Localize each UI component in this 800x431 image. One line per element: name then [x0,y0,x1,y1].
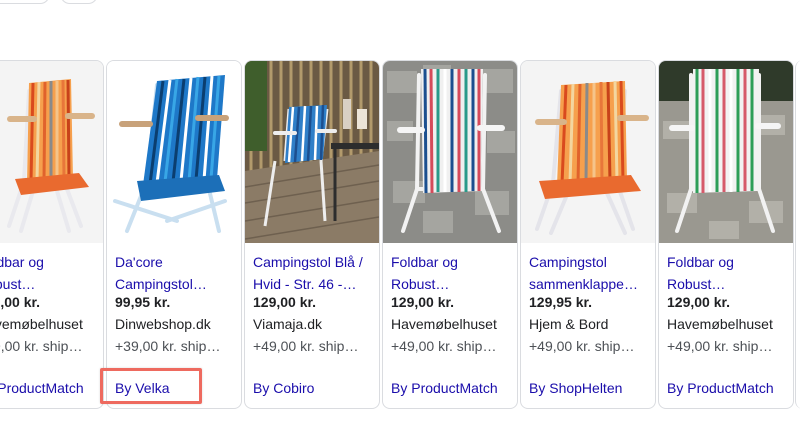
product-image[interactable] [659,61,793,243]
product-title-line[interactable]: sammenklappe… [529,273,651,295]
product-card[interactable]: Foldbar og Robust… 129,00 kr. Havemøbelh… [658,60,794,409]
product-card[interactable]: Campingstol sammenklappe… 129,95 kr. Hje… [520,60,656,409]
product-title-line[interactable]: Foldbar og [667,251,789,273]
product-source-link[interactable]: By ProductMatch [667,380,774,396]
product-source-link[interactable]: By ProductMatch [0,380,84,396]
product-shipping: +49,00 kr. ship… [667,338,773,354]
product-shipping: +49,00 kr. ship… [253,338,359,354]
product-price: 129,00 kr. [0,294,41,310]
product-title-line[interactable]: Campingstol [529,251,651,273]
product-title[interactable]: Campingstol sammenklappe… [529,251,651,295]
product-price: 129,00 kr. [667,294,731,310]
product-source-link[interactable]: By ProductMatch [391,380,498,396]
product-title-line[interactable]: Hvid - Str. 46 -… [253,273,375,295]
product-price: 129,95 kr. [529,294,593,310]
product-merchant: Havemøbelhuset [0,316,83,332]
product-card[interactable]: Campingstol Blå / Hvid - Str. 46 -… 129,… [244,60,380,409]
product-title-line[interactable]: Campingstol Blå / [253,251,375,273]
product-image[interactable] [0,61,103,243]
product-title[interactable]: Foldbar og Robust… [667,251,789,295]
product-shipping: +49,00 kr. ship… [391,338,497,354]
product-image[interactable] [521,61,655,243]
product-image[interactable] [383,61,517,243]
product-title-line[interactable]: Foldbar og [0,251,99,273]
product-image[interactable] [245,61,379,243]
filter-chip[interactable] [0,0,50,4]
product-merchant: Dinwebshop.dk [115,316,211,332]
product-title-line[interactable]: Campingstol… [115,273,237,295]
next-card-edge [795,60,800,409]
product-title[interactable]: Foldbar og Robust… [391,251,513,295]
product-title[interactable]: Campingstol Blå / Hvid - Str. 46 -… [253,251,375,295]
product-title-line[interactable]: Robust… [391,273,513,295]
product-title-line[interactable]: Foldbar og [391,251,513,273]
product-merchant: Havemøbelhuset [391,316,497,332]
product-shipping: +49,00 kr. ship… [0,338,83,354]
product-title[interactable]: Da'core Campingstol… [115,251,237,295]
product-title[interactable]: Foldbar og Robust… [0,251,99,295]
annotation-highlight-box [100,368,202,404]
product-title-line[interactable]: Robust… [667,273,789,295]
filter-chip[interactable] [60,0,98,4]
product-card[interactable]: Foldbar og Robust… 129,00 kr. Havemøbelh… [382,60,518,409]
product-image[interactable] [107,61,241,243]
product-card[interactable]: Da'core Campingstol… 99,95 kr. Dinwebsho… [106,60,242,409]
product-shipping: +39,00 kr. ship… [115,338,221,354]
product-title-line[interactable]: Da'core [115,251,237,273]
product-price: 99,95 kr. [115,294,171,310]
product-source-link[interactable]: By Cobiro [253,380,314,396]
product-source-link[interactable]: By ShopHelten [529,380,622,396]
product-price: 129,00 kr. [253,294,317,310]
product-title-line[interactable]: Robust… [0,273,99,295]
product-price: 129,00 kr. [391,294,455,310]
product-merchant: Hjem & Bord [529,316,609,332]
product-card[interactable]: Foldbar og Robust… 129,00 kr. Havemøbelh… [0,60,104,409]
product-shipping: +49,00 kr. ship… [529,338,635,354]
product-merchant: Viamaja.dk [253,316,323,332]
product-carousel: Foldbar og Robust… 129,00 kr. Havemøbelh… [0,60,800,409]
product-merchant: Havemøbelhuset [667,316,773,332]
